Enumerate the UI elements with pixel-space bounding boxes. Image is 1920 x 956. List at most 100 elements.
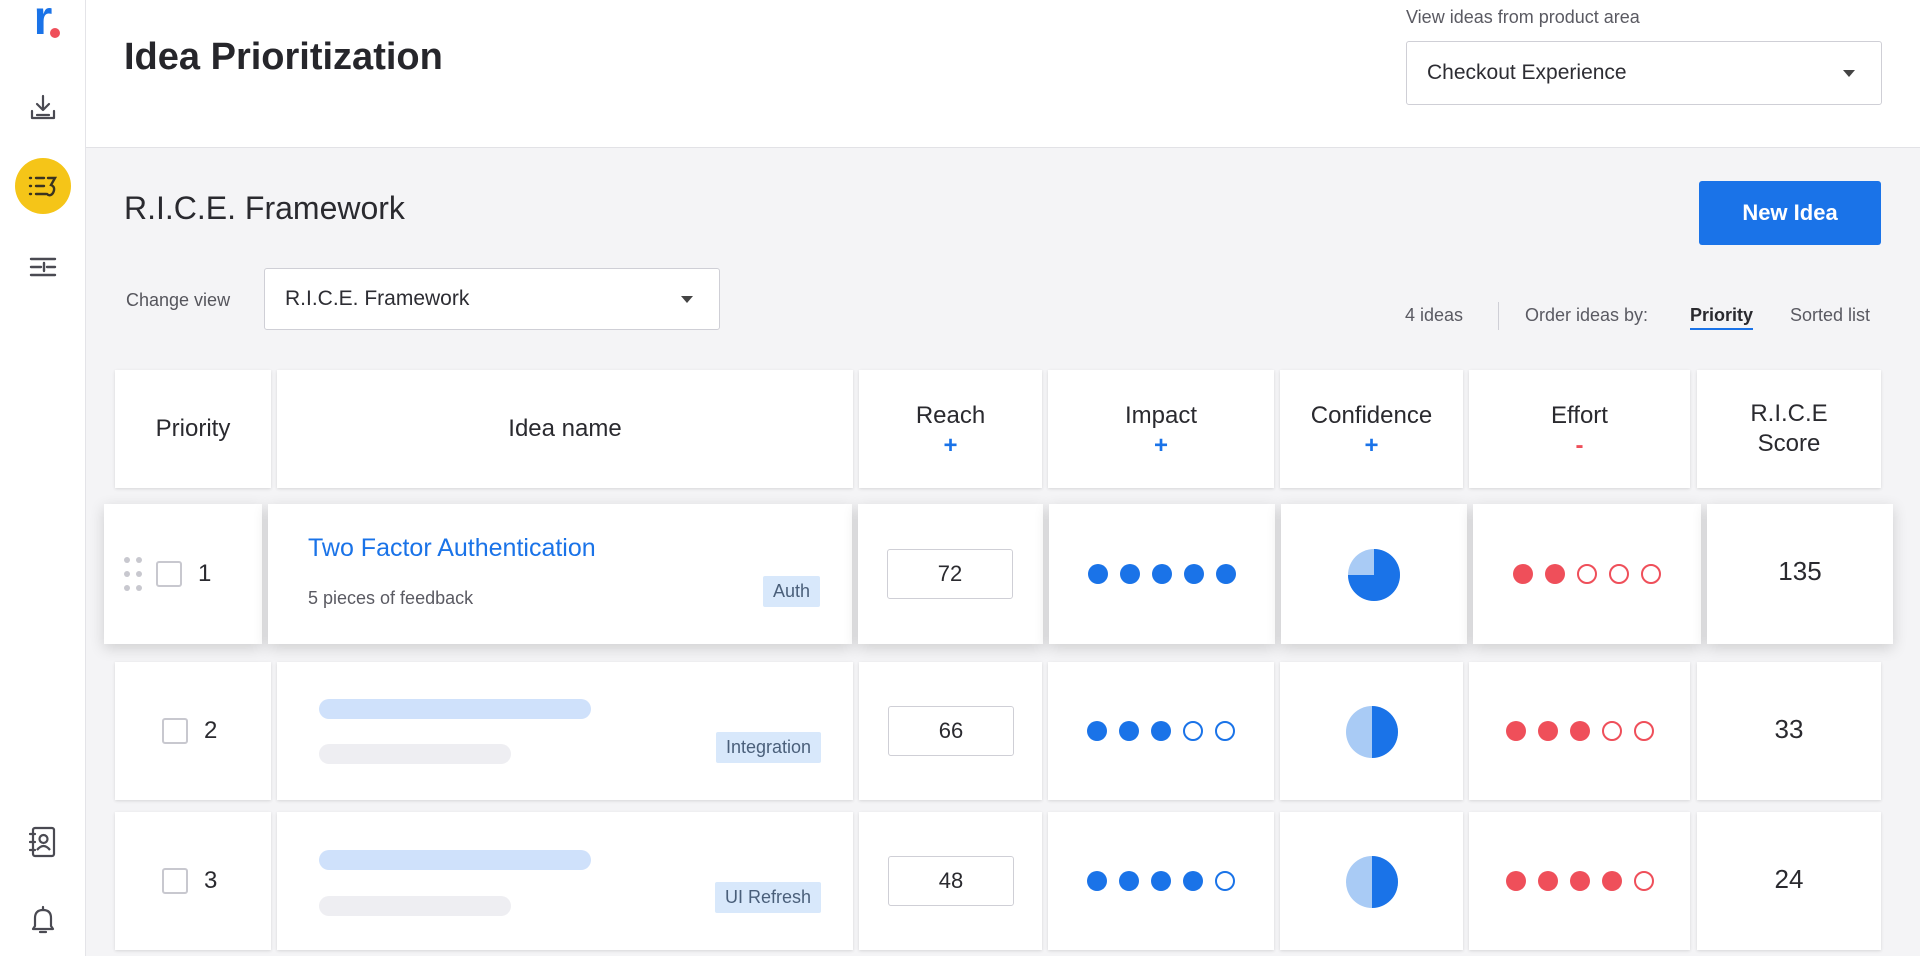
header-rice-score[interactable]: R.I.C.E Score <box>1697 370 1881 488</box>
confidence-pie[interactable] <box>1280 705 1463 759</box>
impact-dot-empty[interactable] <box>1183 721 1203 741</box>
header-idea-name[interactable]: Idea name <box>277 370 853 488</box>
effort-dot-filled[interactable] <box>1569 721 1590 741</box>
effort-dot-filled[interactable] <box>1505 871 1526 891</box>
reach-input[interactable]: 48 <box>888 856 1014 906</box>
subtitle-placeholder <box>319 896 511 916</box>
effort-dot-filled[interactable] <box>1537 721 1558 741</box>
drag-handle-icon[interactable] <box>124 557 142 591</box>
divider <box>1498 302 1499 330</box>
idea-title-link[interactable]: Two Factor Authentication <box>308 534 596 563</box>
title-placeholder <box>319 850 591 870</box>
sidebar-item-prioritization[interactable] <box>0 158 86 214</box>
priority-rank: 1 <box>198 560 212 587</box>
impact-dot-filled[interactable] <box>1184 564 1204 584</box>
title-placeholder <box>319 699 591 719</box>
impact-dot-filled[interactable] <box>1119 721 1139 741</box>
priority-cell: 2 <box>115 662 271 800</box>
impact-dot-filled[interactable] <box>1119 871 1139 891</box>
row-checkbox[interactable] <box>162 718 188 744</box>
header-idea-name-label: Idea name <box>508 415 622 442</box>
row-checkbox[interactable] <box>162 868 188 894</box>
plus-sign: + <box>943 432 958 459</box>
view-select[interactable]: R.I.C.E. Framework <box>264 268 720 330</box>
effort-dot-filled[interactable] <box>1513 564 1533 584</box>
effort-rating[interactable] <box>1469 871 1690 891</box>
download-icon[interactable] <box>0 88 86 128</box>
effort-rating[interactable] <box>1473 564 1701 584</box>
priority-cell: 1 <box>104 504 262 644</box>
impact-dot-filled[interactable] <box>1151 721 1171 741</box>
logo-icon[interactable]: r <box>0 0 86 46</box>
header-impact[interactable]: Impact + <box>1048 370 1274 488</box>
view-select-value: R.I.C.E. Framework <box>285 287 470 310</box>
priority-list-icon <box>15 158 71 214</box>
effort-dot-empty[interactable] <box>1641 564 1661 584</box>
product-area-select[interactable]: Checkout Experience <box>1406 41 1882 105</box>
idea-tag: UI Refresh <box>714 882 821 913</box>
impact-dot-empty[interactable] <box>1215 721 1235 741</box>
new-idea-button[interactable]: New Idea <box>1699 181 1881 245</box>
priority-cell: 3 <box>115 812 271 950</box>
top-header: Idea Prioritization View ideas from prod… <box>86 0 1920 148</box>
effort-dot-empty[interactable] <box>1633 871 1654 891</box>
feedback-count: 5 pieces of feedback <box>308 588 474 608</box>
effort-cell <box>1469 812 1690 950</box>
ideas-count: 4 ideas <box>1405 305 1464 325</box>
effort-dot-empty[interactable] <box>1609 564 1629 584</box>
header-confidence[interactable]: Confidence + <box>1280 370 1463 488</box>
row-checkbox[interactable] <box>156 561 182 587</box>
rice-score: 33 <box>1774 714 1804 744</box>
impact-dot-empty[interactable] <box>1215 871 1235 891</box>
effort-rating[interactable] <box>1469 721 1690 741</box>
impact-rating[interactable] <box>1048 721 1274 741</box>
effort-dot-filled[interactable] <box>1601 871 1622 891</box>
effort-dot-filled[interactable] <box>1569 871 1590 891</box>
rice-score: 135 <box>1778 556 1822 586</box>
impact-dot-filled[interactable] <box>1183 871 1203 891</box>
impact-dot-filled[interactable] <box>1151 871 1171 891</box>
effort-dot-filled[interactable] <box>1505 721 1526 741</box>
reach-input[interactable]: 66 <box>888 706 1014 756</box>
confidence-cell <box>1280 812 1463 950</box>
idea-tag: Auth <box>762 576 820 607</box>
sliders-icon[interactable] <box>0 250 86 284</box>
impact-dot-filled[interactable] <box>1152 564 1172 584</box>
impact-dot-filled[interactable] <box>1087 721 1107 741</box>
impact-dot-filled[interactable] <box>1087 871 1107 891</box>
impact-dot-filled[interactable] <box>1216 564 1236 584</box>
change-view-label: Change view <box>126 290 231 310</box>
header-reach[interactable]: Reach + <box>859 370 1042 488</box>
idea-name-cell: Integration <box>277 662 853 800</box>
header-effort[interactable]: Effort - <box>1469 370 1690 488</box>
confidence-pie[interactable] <box>1281 548 1467 602</box>
order-sorted-list-option[interactable]: Sorted list <box>1790 305 1870 326</box>
confidence-pie-chart <box>1345 706 1398 758</box>
effort-dot-empty[interactable] <box>1601 721 1622 741</box>
reach-input[interactable]: 72 <box>887 549 1013 599</box>
impact-dot-filled[interactable] <box>1088 564 1108 584</box>
impact-dot-filled[interactable] <box>1120 564 1140 584</box>
minus-sign: - <box>1575 432 1584 459</box>
order-by-label: Order ideas by: <box>1525 305 1649 325</box>
impact-cell <box>1048 662 1274 800</box>
effort-dot-empty[interactable] <box>1577 564 1597 584</box>
confidence-pie[interactable] <box>1280 855 1463 909</box>
header-reach-label: Reach <box>915 402 986 429</box>
effort-dot-filled[interactable] <box>1545 564 1565 584</box>
sidebar: r <box>0 0 86 956</box>
header-priority-label: Priority <box>155 415 231 442</box>
impact-rating[interactable] <box>1049 564 1275 584</box>
order-priority-option[interactable]: Priority <box>1690 305 1754 330</box>
effort-dot-empty[interactable] <box>1633 721 1654 741</box>
product-area-value: Checkout Experience <box>1427 61 1627 84</box>
plus-sign: + <box>1153 432 1168 459</box>
impact-rating[interactable] <box>1048 871 1274 891</box>
contacts-icon[interactable] <box>0 822 86 862</box>
header-impact-label: Impact <box>1124 402 1198 429</box>
effort-dot-filled[interactable] <box>1537 871 1558 891</box>
score-cell: 33 <box>1697 662 1881 800</box>
header-priority[interactable]: Priority <box>115 370 271 488</box>
effort-cell <box>1473 504 1701 644</box>
bell-icon[interactable] <box>0 900 86 940</box>
